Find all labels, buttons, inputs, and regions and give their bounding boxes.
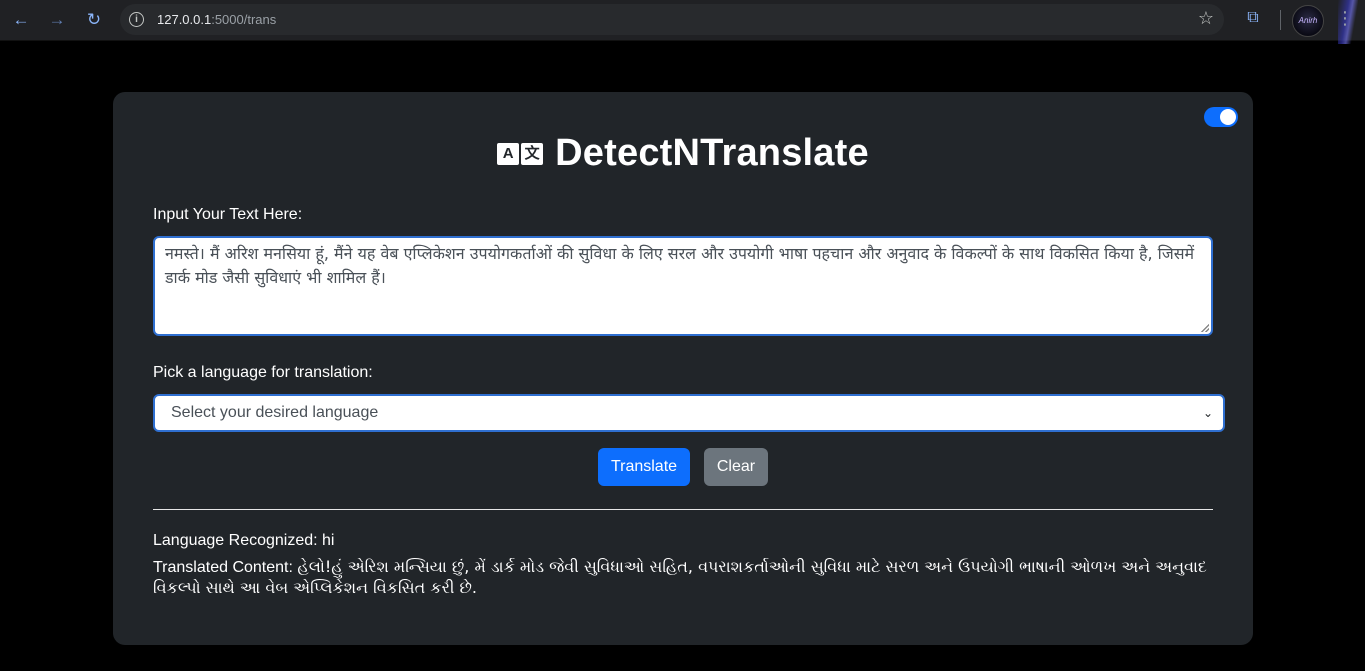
translated-content: Translated Content: હેલો!હું એરિશ મન્સિય… (153, 557, 1213, 599)
translated-text: હેલો!હું એરિશ મન્સિયા છું, મેં ડાર્ક મોડ… (153, 557, 1207, 597)
translate-button[interactable]: Translate (598, 448, 690, 486)
bookmark-star-icon[interactable]: ☆ (1198, 8, 1214, 29)
input-text: नमस्ते। मैं अरिश मनसिया हूं, मैंने यह वे… (165, 244, 1195, 287)
translate-icon-latin: A (497, 142, 520, 165)
forward-icon[interactable]: → (44, 8, 70, 32)
translator-card: A文 DetectNTranslate Input Your Text Here… (113, 92, 1253, 645)
translate-icon-cjk: 文 (521, 142, 544, 165)
language-select-value: Select your desired language (171, 404, 379, 421)
language-label: Pick a language for translation: (153, 364, 373, 381)
language-select[interactable]: Select your desired language ⌄ (153, 394, 1225, 432)
resize-handle-icon[interactable] (1201, 324, 1209, 332)
input-textarea[interactable]: नमस्ते। मैं अरिश मनसिया हूं, मैंने यह वे… (153, 236, 1213, 336)
back-icon[interactable]: ← (8, 8, 34, 32)
app-title: DetectNTranslate (555, 132, 869, 174)
reload-icon[interactable]: ↻ (81, 8, 107, 32)
toggle-knob (1220, 109, 1236, 125)
browser-toolbar: ← → ↻ i 127.0.0.1:5000/trans ☆ ⧉ Anirh ⋮ (0, 0, 1365, 44)
url-host: 127.0.0.1 (157, 12, 212, 27)
profile-avatar[interactable]: Anirh (1292, 5, 1324, 37)
url-path: :5000/trans (211, 12, 277, 27)
address-bar[interactable]: i 127.0.0.1:5000/trans ☆ (120, 4, 1224, 35)
translate-icon: A文 (497, 142, 544, 165)
input-label: Input Your Text Here: (153, 206, 303, 223)
page-title: A文 DetectNTranslate (113, 132, 1253, 182)
translated-label: Translated Content: (153, 559, 298, 576)
clear-button[interactable]: Clear (704, 448, 768, 486)
extensions-icon[interactable]: ⧉ (1244, 9, 1262, 27)
dark-mode-toggle[interactable] (1204, 107, 1238, 127)
browser-menu-icon[interactable]: ⋮ (1336, 8, 1354, 29)
chevron-down-icon: ⌄ (1202, 406, 1213, 420)
url-text[interactable]: 127.0.0.1:5000/trans (157, 12, 276, 27)
language-recognized: Language Recognized: hi (153, 532, 335, 549)
site-info-icon[interactable]: i (129, 12, 144, 27)
divider (153, 509, 1213, 510)
toolbar-divider (1280, 10, 1281, 30)
